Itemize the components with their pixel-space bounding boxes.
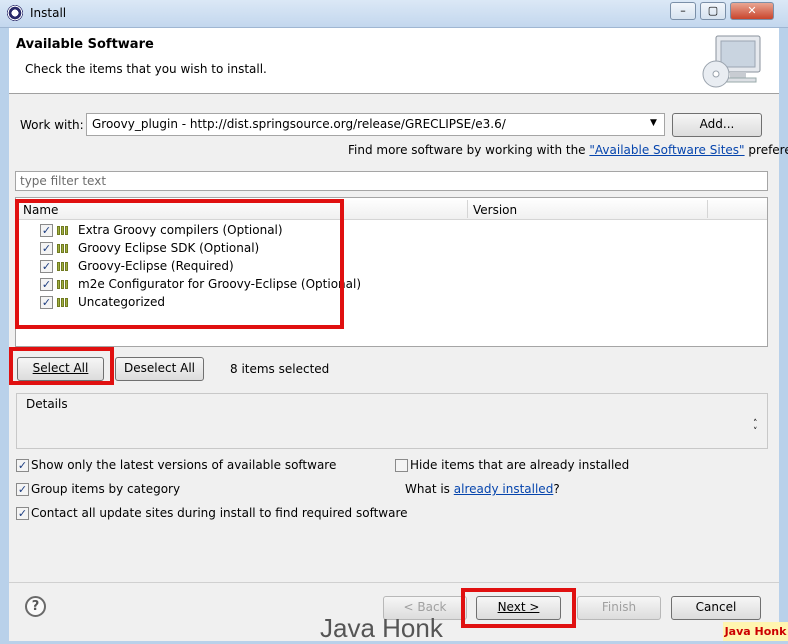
checkbox-checked[interactable]: ✓ [16, 507, 29, 520]
work-with-combo[interactable]: Groovy_plugin - http://dist.springsource… [86, 113, 665, 136]
checkbox-checked[interactable]: ✓ [16, 483, 29, 496]
computer-cd-icon [702, 35, 761, 88]
filter-placeholder: type filter text [20, 174, 107, 188]
what-is-suffix: ? [553, 482, 560, 496]
maximize-button[interactable]: ▢ [700, 2, 726, 20]
filter-input[interactable]: type filter text [15, 171, 768, 191]
column-version-header[interactable]: Version [473, 203, 517, 217]
highlight-box [9, 347, 114, 385]
page-subtitle: Check the items that you wish to install… [25, 62, 267, 76]
scroll-arrows-icon[interactable]: ˄ ˅ [753, 420, 758, 437]
deselect-all-button[interactable]: Deselect All [115, 357, 204, 381]
what-is-line: What is already installed? [405, 482, 560, 496]
more-software-suffix: preferences. [748, 143, 788, 157]
more-software-prefix: Find more software by working with the [348, 143, 586, 157]
highlight-box [461, 588, 576, 628]
column-divider[interactable] [467, 200, 468, 218]
more-software-line: Find more software by working with the "… [348, 143, 788, 157]
close-button[interactable]: ✕ [730, 2, 774, 20]
group-by-category-label[interactable]: Group items by category [31, 482, 180, 496]
minimize-button[interactable]: – [670, 2, 696, 20]
work-with-value: Groovy_plugin - http://dist.springsource… [92, 117, 506, 131]
chevron-down-icon[interactable]: ▼ [650, 118, 657, 128]
cancel-button[interactable]: Cancel [671, 596, 761, 620]
highlight-box [15, 199, 344, 329]
show-latest-label[interactable]: Show only the latest versions of availab… [31, 458, 336, 472]
watermark-text: Java Honk [320, 613, 443, 643]
details-label: Details [24, 397, 70, 411]
checkbox-checked[interactable]: ✓ [16, 459, 29, 472]
contact-sites-label[interactable]: Contact all update sites during install … [31, 506, 408, 520]
window-title: Install [30, 6, 67, 20]
column-divider[interactable] [707, 200, 708, 218]
work-with-label: Work with: [20, 118, 84, 132]
already-installed-link[interactable]: already installed [454, 482, 554, 496]
finish-button[interactable]: Finish [577, 596, 661, 620]
watermark-tag: Java Honk [723, 622, 788, 641]
selection-status: 8 items selected [230, 362, 330, 376]
available-software-sites-link[interactable]: "Available Software Sites" [589, 143, 744, 157]
page-title: Available Software [16, 37, 154, 52]
eclipse-app-icon [7, 5, 23, 21]
divider [9, 582, 779, 583]
hide-installed-label[interactable]: Hide items that are already installed [410, 458, 629, 472]
help-icon[interactable]: ? [25, 596, 46, 617]
checkbox-unchecked[interactable] [395, 459, 408, 472]
details-area [16, 393, 768, 449]
what-is-prefix: What is [405, 482, 450, 496]
add-button[interactable]: Add... [672, 113, 762, 137]
